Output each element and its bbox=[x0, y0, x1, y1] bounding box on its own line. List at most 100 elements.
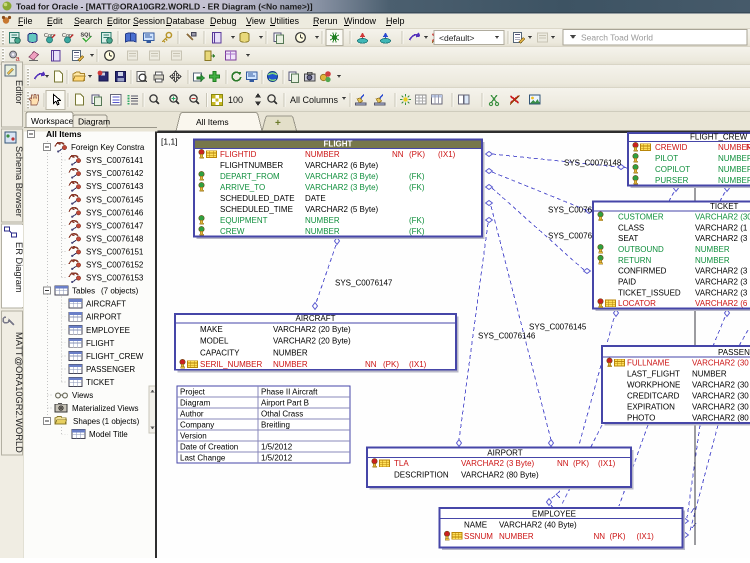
svg-text:Session: Session bbox=[133, 16, 165, 26]
svg-text:VARCHAR2 (80 Byte): VARCHAR2 (80 Byte) bbox=[461, 470, 539, 479]
svg-text:Foreign Key Constra: Foreign Key Constra bbox=[71, 143, 145, 152]
svg-text:Diagram: Diagram bbox=[78, 117, 110, 127]
svg-text:VARCHAR2 (20 Byte): VARCHAR2 (20 Byte) bbox=[273, 325, 351, 334]
svg-text:1/5/2012: 1/5/2012 bbox=[261, 454, 293, 463]
svg-text:NUMBER: NUMBER bbox=[718, 154, 750, 163]
svg-text:Window: Window bbox=[344, 16, 377, 26]
svg-text:Help: Help bbox=[386, 16, 405, 26]
svg-text:File: File bbox=[18, 16, 33, 26]
svg-text:Rerun: Rerun bbox=[313, 16, 338, 26]
svg-text:ARRIVE_TO: ARRIVE_TO bbox=[220, 183, 265, 192]
svg-text:Editor: Editor bbox=[14, 80, 24, 104]
svg-text:Airport Part B: Airport Part B bbox=[261, 399, 309, 408]
svg-text:NUMBER: NUMBER bbox=[305, 216, 340, 225]
svg-text:COPILOT: COPILOT bbox=[655, 165, 690, 174]
svg-text:NUMBER: NUMBER bbox=[305, 227, 340, 236]
svg-text:SERIL_NUMBER: SERIL_NUMBER bbox=[200, 360, 262, 369]
svg-text:(IX1): (IX1) bbox=[438, 150, 456, 159]
svg-text:All Columns: All Columns bbox=[290, 95, 339, 105]
svg-text:SYS_C0076143: SYS_C0076143 bbox=[86, 182, 144, 191]
svg-text:[1,1]: [1,1] bbox=[161, 137, 178, 147]
svg-text:SYS_C0076148: SYS_C0076148 bbox=[564, 159, 622, 168]
svg-text:(FK): (FK) bbox=[409, 172, 425, 181]
svg-text:SYS_C00761: SYS_C00761 bbox=[548, 206, 597, 215]
svg-text:SCHEDULED_DATE: SCHEDULED_DATE bbox=[220, 194, 295, 203]
svg-text:TICKET: TICKET bbox=[710, 202, 739, 211]
svg-text:VARCHAR2 (40 Byte): VARCHAR2 (40 Byte) bbox=[499, 520, 577, 529]
svg-text:VARCHAR2 (30: VARCHAR2 (30 bbox=[692, 392, 749, 401]
svg-text:EQUIPMENT: EQUIPMENT bbox=[220, 216, 268, 225]
svg-text:View: View bbox=[246, 16, 266, 26]
svg-text:NUMBER: NUMBER bbox=[718, 176, 750, 185]
svg-text:Author: Author bbox=[180, 410, 204, 419]
svg-text:All Items: All Items bbox=[46, 129, 82, 139]
svg-text:(FK): (FK) bbox=[409, 227, 425, 236]
svg-text:VARCHAR2 (20 Byte): VARCHAR2 (20 Byte) bbox=[273, 337, 351, 346]
svg-text:Debug: Debug bbox=[210, 16, 237, 26]
svg-text:SYS_C0076151: SYS_C0076151 bbox=[86, 247, 144, 256]
svg-text:NN: NN bbox=[392, 150, 404, 159]
svg-text:(IX1): (IX1) bbox=[637, 532, 655, 541]
svg-text:FLIGHTID: FLIGHTID bbox=[220, 150, 257, 159]
svg-text:Editor: Editor bbox=[107, 16, 131, 26]
svg-text:RETURN: RETURN bbox=[618, 256, 652, 265]
svg-text:SYS_C0076146: SYS_C0076146 bbox=[86, 208, 144, 217]
svg-text:OUTBOUND: OUTBOUND bbox=[618, 245, 664, 254]
svg-text:EMPLOYEE: EMPLOYEE bbox=[86, 326, 130, 335]
svg-text:PURSER: PURSER bbox=[655, 176, 689, 185]
svg-text:Toad for Oracle - [MATT@ORA10G: Toad for Oracle - [MATT@ORA10GR2.WORLD -… bbox=[16, 2, 313, 12]
svg-text:(7 objects): (7 objects) bbox=[101, 287, 139, 296]
svg-text:VARCHAR2 (3 E: VARCHAR2 (3 E bbox=[695, 234, 750, 243]
svg-text:PASSENGER: PASSENGER bbox=[86, 365, 135, 374]
svg-text:Workspace: Workspace bbox=[31, 116, 74, 126]
svg-text:Utilities: Utilities bbox=[270, 16, 300, 26]
svg-text:(IX1): (IX1) bbox=[598, 459, 616, 468]
svg-text:MAKE: MAKE bbox=[200, 325, 223, 334]
svg-text:FULLNAME: FULLNAME bbox=[627, 359, 670, 368]
svg-text:Views: Views bbox=[72, 391, 93, 400]
svg-text:AIRPORT: AIRPORT bbox=[86, 313, 122, 322]
svg-text:Schema Browser: Schema Browser bbox=[14, 146, 24, 217]
svg-text:FLIGHTNUMBER: FLIGHTNUMBER bbox=[220, 161, 283, 170]
svg-text:VARCHAR2 (6 E: VARCHAR2 (6 E bbox=[695, 299, 750, 308]
svg-text:NUMBER: NUMBER bbox=[695, 245, 730, 254]
svg-text:SYS_C0076147: SYS_C0076147 bbox=[86, 221, 144, 230]
svg-text:(FK): (FK) bbox=[409, 183, 425, 192]
svg-text:MODEL: MODEL bbox=[200, 337, 229, 346]
svg-text:LOCATOR: LOCATOR bbox=[618, 299, 656, 308]
svg-text:VARCHAR2 (6 Byte): VARCHAR2 (6 Byte) bbox=[305, 161, 379, 170]
svg-text:Database: Database bbox=[166, 16, 205, 26]
svg-text:SYS_C0076148: SYS_C0076148 bbox=[86, 234, 144, 243]
svg-text:Tables: Tables bbox=[72, 287, 95, 296]
svg-text:CONFIRMED: CONFIRMED bbox=[618, 267, 667, 276]
svg-text:AIRCRAFT: AIRCRAFT bbox=[86, 300, 126, 309]
svg-text:All Items: All Items bbox=[196, 117, 229, 127]
svg-text:VARCHAR2 (1 E: VARCHAR2 (1 E bbox=[695, 223, 750, 232]
svg-text:SYS_C0076153: SYS_C0076153 bbox=[86, 274, 144, 283]
svg-text:EMPLOYEE: EMPLOYEE bbox=[532, 509, 576, 518]
svg-text:Project: Project bbox=[180, 388, 206, 397]
svg-text:AIRCRAFT: AIRCRAFT bbox=[296, 314, 336, 323]
svg-text:SCHEDULED_TIME: SCHEDULED_TIME bbox=[220, 205, 293, 214]
svg-text:VARCHAR2 (30: VARCHAR2 (30 bbox=[695, 212, 750, 221]
svg-text:PILOT: PILOT bbox=[655, 154, 678, 163]
svg-text:FLIGHT: FLIGHT bbox=[324, 139, 353, 148]
svg-text:SYS_C0076147: SYS_C0076147 bbox=[335, 279, 393, 288]
svg-text:DESCRIPTION: DESCRIPTION bbox=[394, 470, 449, 479]
svg-text:SEAT: SEAT bbox=[618, 234, 638, 243]
svg-text:+: + bbox=[275, 118, 281, 129]
svg-text:Version: Version bbox=[180, 432, 207, 441]
svg-text:SYS_C0076141: SYS_C0076141 bbox=[86, 156, 144, 165]
svg-text:NUMBER: NUMBER bbox=[692, 370, 727, 379]
svg-text:SYS_C0076145: SYS_C0076145 bbox=[86, 195, 144, 204]
svg-text:CREW: CREW bbox=[220, 227, 245, 236]
svg-text:VARCHAR2 (3 E: VARCHAR2 (3 E bbox=[695, 267, 750, 276]
svg-text:MATT@ORA10GR2.WORLD: MATT@ORA10GR2.WORLD bbox=[14, 332, 24, 453]
svg-text:Search Toad World: Search Toad World bbox=[581, 33, 653, 43]
svg-text:(IX1): (IX1) bbox=[409, 360, 427, 369]
svg-text:Othal Crass: Othal Crass bbox=[261, 410, 303, 419]
svg-text:Materialized Views: Materialized Views bbox=[72, 404, 139, 413]
svg-text:Model Title: Model Title bbox=[89, 430, 128, 439]
svg-text:ER Diagram: ER Diagram bbox=[14, 242, 24, 293]
svg-text:(1 objects): (1 objects) bbox=[102, 417, 140, 426]
